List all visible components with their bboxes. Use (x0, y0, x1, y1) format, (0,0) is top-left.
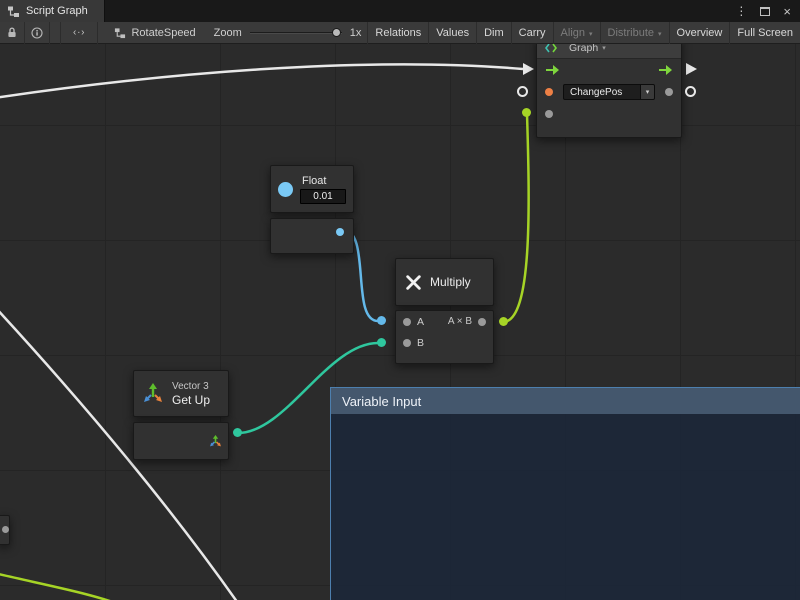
group-variable-input: Variable Input (330, 387, 800, 600)
float-value-field[interactable]: 0.01 (300, 189, 346, 204)
graph-breadcrumb[interactable]: RotateSpeed (114, 27, 195, 39)
port-row-b: B (396, 332, 493, 353)
full-screen-button[interactable]: Full Screen (729, 22, 800, 44)
flow-arrow-in-icon (523, 63, 534, 75)
value-output-port-icon[interactable] (665, 88, 673, 96)
vector3-output-port-icon[interactable] (209, 435, 222, 448)
variable-kind-label: Graph (569, 44, 598, 54)
port-row-a: A A × B (396, 311, 493, 332)
multiply-node-header[interactable]: Multiply (395, 258, 494, 306)
values-button[interactable]: Values (428, 22, 476, 44)
input-b-port-icon[interactable] (403, 339, 411, 347)
window-titlebar: Script Graph ⋮ × (0, 0, 800, 22)
vector3-icon (141, 382, 165, 406)
chevron-down-icon: ▾ (640, 85, 654, 99)
set-variable-header[interactable]: Graph ▾ (537, 44, 681, 59)
tab-title: Script Graph (26, 5, 88, 17)
external-port-left-icon[interactable] (517, 86, 528, 97)
external-port-right-icon[interactable] (685, 86, 696, 97)
zoom-slider[interactable] (250, 32, 342, 34)
align-button[interactable]: Align▾ (553, 22, 600, 44)
wire-plug-setvariable-input[interactable] (522, 108, 531, 117)
window-menu-icon[interactable]: ⋮ (735, 5, 747, 17)
flow-wire-in (0, 64, 523, 98)
group-title: Variable Input (342, 394, 421, 409)
overview-button[interactable]: Overview (669, 22, 730, 44)
wire-plug-multiply-a[interactable] (377, 316, 386, 325)
multiply-node-title: Multiply (430, 275, 471, 289)
value-input-port-icon[interactable] (545, 110, 553, 118)
port-labels-toggle-button[interactable]: ‹∙› (60, 22, 98, 44)
chevron-down-icon: ▾ (589, 30, 593, 38)
graph-canvas[interactable]: Variable Input Graph ▾ (0, 44, 800, 600)
variable-port-icon[interactable] (545, 88, 553, 96)
variable-row: ChangePos ▾ (537, 81, 681, 103)
vector3-node-title: Get Up (172, 393, 210, 407)
distribute-button[interactable]: Distribute▾ (600, 22, 669, 44)
flow-port-row (537, 59, 681, 81)
wire-multiply-to-setvariable (504, 114, 529, 322)
wire-plug-multiply-output[interactable] (499, 317, 508, 326)
node-multiply[interactable]: Multiply A A × B B (395, 258, 494, 364)
graph-toolbar: ‹∙› RotateSpeed Zoom 1x Relations Values… (0, 22, 800, 44)
window-maximize-icon[interactable] (760, 7, 770, 16)
input-a-label: A (417, 316, 424, 328)
vector3-node-header[interactable]: Vector 3 Get Up (133, 370, 229, 417)
output-label: A × B (448, 316, 472, 327)
toolbar-buttons: Relations Values Dim Carry Align▾ Distri… (367, 22, 800, 44)
variable-kind-icon (545, 44, 557, 54)
float-node-header[interactable]: Float 0.01 (270, 165, 354, 213)
flow-output-port-icon[interactable] (658, 64, 673, 76)
lock-toggle-button[interactable] (0, 22, 25, 44)
script-graph-icon (7, 5, 20, 18)
variable-name-dropdown[interactable]: ChangePos ▾ (563, 84, 655, 100)
input-b-label: B (417, 337, 424, 349)
zoom-label: Zoom (214, 27, 242, 39)
vector3-node-body (133, 422, 229, 460)
node-float-literal[interactable]: Float 0.01 (270, 165, 354, 254)
float-node-body (270, 218, 354, 254)
node-footer (537, 125, 681, 137)
tab-script-graph[interactable]: Script Graph (0, 0, 105, 22)
float-node-title: Float (300, 175, 346, 187)
chevron-down-icon: ▾ (658, 30, 662, 38)
lock-icon (6, 26, 18, 39)
info-toggle-button[interactable] (25, 22, 50, 44)
input-a-port-icon[interactable] (403, 318, 411, 326)
carry-button[interactable]: Carry (511, 22, 553, 44)
wire-bottom-left (0, 573, 124, 600)
multiply-icon (405, 274, 422, 291)
info-icon (31, 27, 43, 39)
node-set-variable[interactable]: Graph ▾ ChangePos ▾ (536, 44, 682, 138)
variable-name: ChangePos (564, 87, 640, 98)
multiply-node-body: A A × B B (395, 310, 494, 364)
clipped-node-port-icon[interactable] (2, 526, 9, 533)
float-output-port-icon[interactable] (336, 228, 344, 236)
value-input-row (537, 103, 681, 125)
float-type-icon (278, 182, 293, 197)
chevron-down-icon: ▾ (602, 44, 606, 52)
zoom-slider-knob[interactable] (332, 28, 341, 37)
graph-name: RotateSpeed (131, 27, 195, 39)
wire-plug-multiply-b[interactable] (377, 338, 386, 347)
group-header[interactable]: Variable Input (331, 388, 800, 414)
vector3-type-label: Vector 3 (172, 381, 210, 392)
relations-button[interactable]: Relations (367, 22, 428, 44)
output-port-icon[interactable] (478, 318, 486, 326)
zoom-control: Zoom 1x (214, 27, 362, 39)
node-vector3-get-up[interactable]: Vector 3 Get Up (133, 370, 229, 460)
dim-button[interactable]: Dim (476, 22, 511, 44)
flow-arrow-out-icon (686, 63, 697, 75)
graph-asset-icon (114, 27, 126, 39)
wire-plug-getup-output[interactable] (233, 428, 242, 437)
window-close-icon[interactable]: × (783, 5, 791, 18)
window-controls: ⋮ × (735, 0, 800, 22)
zoom-value: 1x (350, 27, 362, 39)
flow-input-port-icon[interactable] (545, 64, 560, 76)
visual-scripting-window: Script Graph ⋮ × ‹∙› (0, 0, 800, 600)
